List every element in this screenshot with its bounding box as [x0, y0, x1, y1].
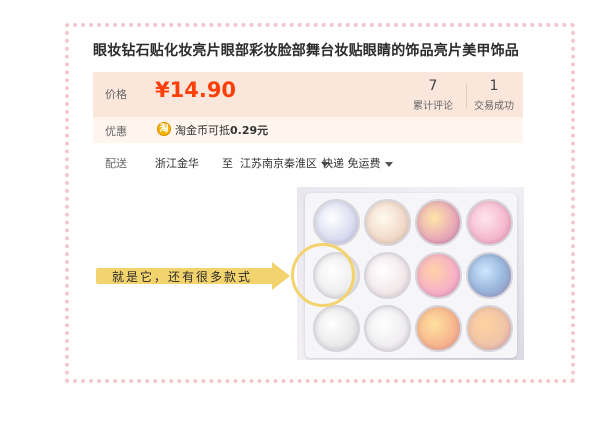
promo-panel: 优惠 淘 淘金币可抵0.29元: [93, 117, 523, 143]
shipping-destination-select[interactable]: 至 江苏南京秦淮区: [222, 155, 329, 171]
annotation-text: 就是它，还有很多款式: [112, 270, 253, 284]
shipping-to-word: 至: [222, 157, 233, 170]
annotation-arrow: 就是它，还有很多款式: [96, 262, 292, 290]
sequin-jar: [364, 252, 411, 299]
chevron-down-icon: [384, 161, 393, 167]
promo-text: 淘金币可抵0.29元: [175, 122, 268, 138]
sales-label: 交易成功: [474, 101, 514, 112]
product-title[interactable]: 眼妆钻石贴化妆亮片眼部彩妆脸部舞台妆贴眼睛的饰品亮片美甲饰品: [93, 40, 563, 60]
price-panel: 价格 ¥14.90 7 累计评论 1 交易成功: [93, 72, 523, 117]
sequin-jar: [466, 199, 513, 246]
shipping-origin: 浙江金华: [155, 157, 199, 170]
sequin-jar: [364, 199, 411, 246]
arrow-right-icon: [272, 262, 290, 290]
shipping-method-select[interactable]: 快递 免运费: [322, 155, 393, 171]
price-label: 价格: [105, 88, 127, 101]
sequin-jar: [466, 252, 513, 299]
reviews-count: 7: [428, 78, 438, 94]
sales-stat[interactable]: 1 交易成功: [459, 77, 529, 112]
sequin-jar: [313, 199, 360, 246]
sequin-jar: [466, 305, 513, 352]
price-value: ¥14.90: [155, 78, 237, 102]
highlight-circle: [291, 243, 355, 307]
promo-label: 优惠: [105, 125, 127, 138]
shipping-method: 快递 免运费: [322, 157, 381, 170]
reviews-stat[interactable]: 7 累计评论: [398, 77, 468, 112]
promo-amount: 0.29元: [230, 124, 269, 137]
reviews-label: 累计评论: [413, 101, 453, 112]
promo-text-prefix: 淘金币可抵: [175, 124, 230, 137]
sequin-jar: [415, 252, 462, 299]
shipping-destination: 江苏南京秦淮区: [240, 157, 317, 170]
shipping-label: 配送: [105, 157, 127, 170]
sequin-jar: [415, 199, 462, 246]
sequin-jar: [415, 305, 462, 352]
sales-count: 1: [489, 78, 499, 94]
sequin-jar: [313, 305, 360, 352]
coin-icon: 淘: [157, 122, 171, 136]
sequin-jar: [364, 305, 411, 352]
